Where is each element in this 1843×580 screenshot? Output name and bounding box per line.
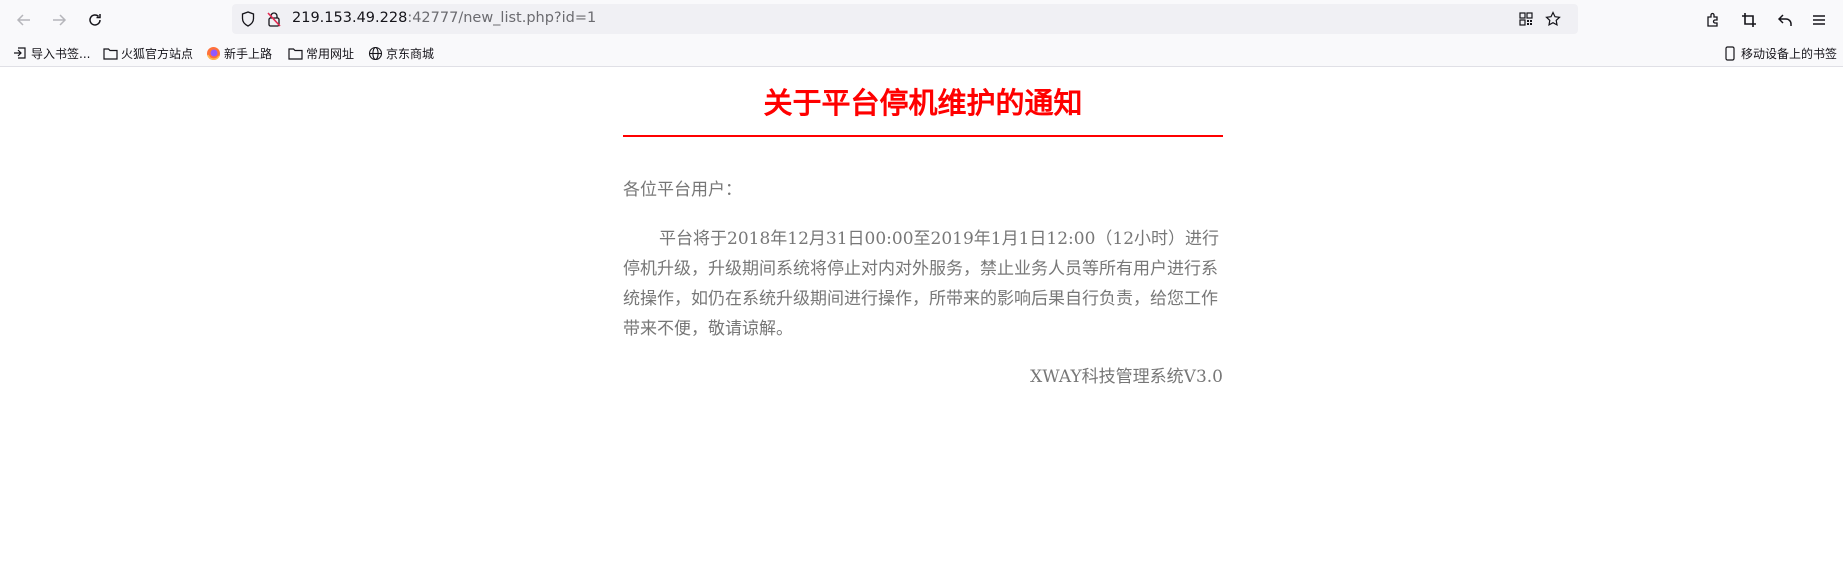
folder-icon	[102, 45, 118, 61]
undo-button[interactable]	[1772, 7, 1798, 33]
notice-title: 关于平台停机维护的通知	[763, 86, 1083, 120]
title-divider	[623, 135, 1223, 137]
bookmarks-bar: 导入书签... 火狐官方站点 新手上路 常用网址 京东商城 移动设备上的书签	[0, 38, 1843, 67]
bookmark-common-sites[interactable]: 常用网址	[287, 44, 354, 62]
reload-button[interactable]	[82, 7, 108, 33]
bookmark-label: 移动设备上的书签	[1741, 46, 1838, 61]
import-icon	[12, 45, 28, 61]
bookmark-label: 京东商城	[386, 46, 435, 61]
notice-article: 关于平台停机维护的通知 各位平台用户： 平台将于2018年12月31日00:00…	[623, 67, 1223, 387]
browser-toolbar: 219.153.49.228:42777/new_list.php?id=1	[0, 0, 1843, 38]
bookmark-label: 火狐官方站点	[121, 46, 194, 61]
bookmark-label: 常用网址	[306, 46, 355, 61]
mobile-device-icon	[1722, 45, 1738, 61]
notice-signature: XWAY科技管理系统V3.0	[1030, 366, 1223, 387]
star-icon[interactable]	[1545, 11, 1561, 27]
menu-icon	[1813, 15, 1825, 25]
forward-button[interactable]	[46, 7, 72, 33]
bookmark-mobile[interactable]: 移动设备上的书签	[1722, 44, 1837, 62]
notice-greeting: 各位平台用户：	[623, 180, 742, 200]
url-bar[interactable]: 219.153.49.228:42777/new_list.php?id=1	[232, 4, 1578, 34]
url-text[interactable]: 219.153.49.228:42777/new_list.php?id=1	[292, 10, 596, 26]
bookmark-getting-started[interactable]: 新手上路	[205, 44, 272, 62]
menu-button[interactable]	[1806, 7, 1832, 33]
insecure-lock-icon[interactable]	[266, 11, 282, 27]
extensions-button[interactable]	[1700, 7, 1726, 33]
bookmark-jd-mall[interactable]: 京东商城	[367, 44, 434, 62]
arrow-left-icon	[16, 14, 30, 26]
globe-icon	[367, 45, 383, 61]
screenshot-button[interactable]	[1736, 7, 1762, 33]
bookmark-label: 导入书签...	[31, 46, 91, 61]
qr-code-icon[interactable]	[1518, 11, 1534, 27]
shield-icon[interactable]	[240, 11, 256, 27]
undo-icon	[1777, 14, 1792, 26]
folder-icon	[287, 45, 303, 61]
reload-icon	[89, 14, 101, 26]
back-button[interactable]	[11, 7, 37, 33]
firefox-icon	[205, 45, 221, 61]
extensions-icon	[1707, 12, 1718, 27]
bookmark-label: 新手上路	[224, 46, 273, 61]
notice-body: 平台将于2018年12月31日00:00至2019年1月1日12:00（12小时…	[623, 228, 1220, 339]
bookmark-firefox-official[interactable]: 火狐官方站点	[102, 44, 193, 62]
arrow-right-icon	[53, 14, 67, 26]
screenshot-icon	[1742, 13, 1756, 27]
bookmark-import[interactable]: 导入书签...	[12, 44, 90, 62]
